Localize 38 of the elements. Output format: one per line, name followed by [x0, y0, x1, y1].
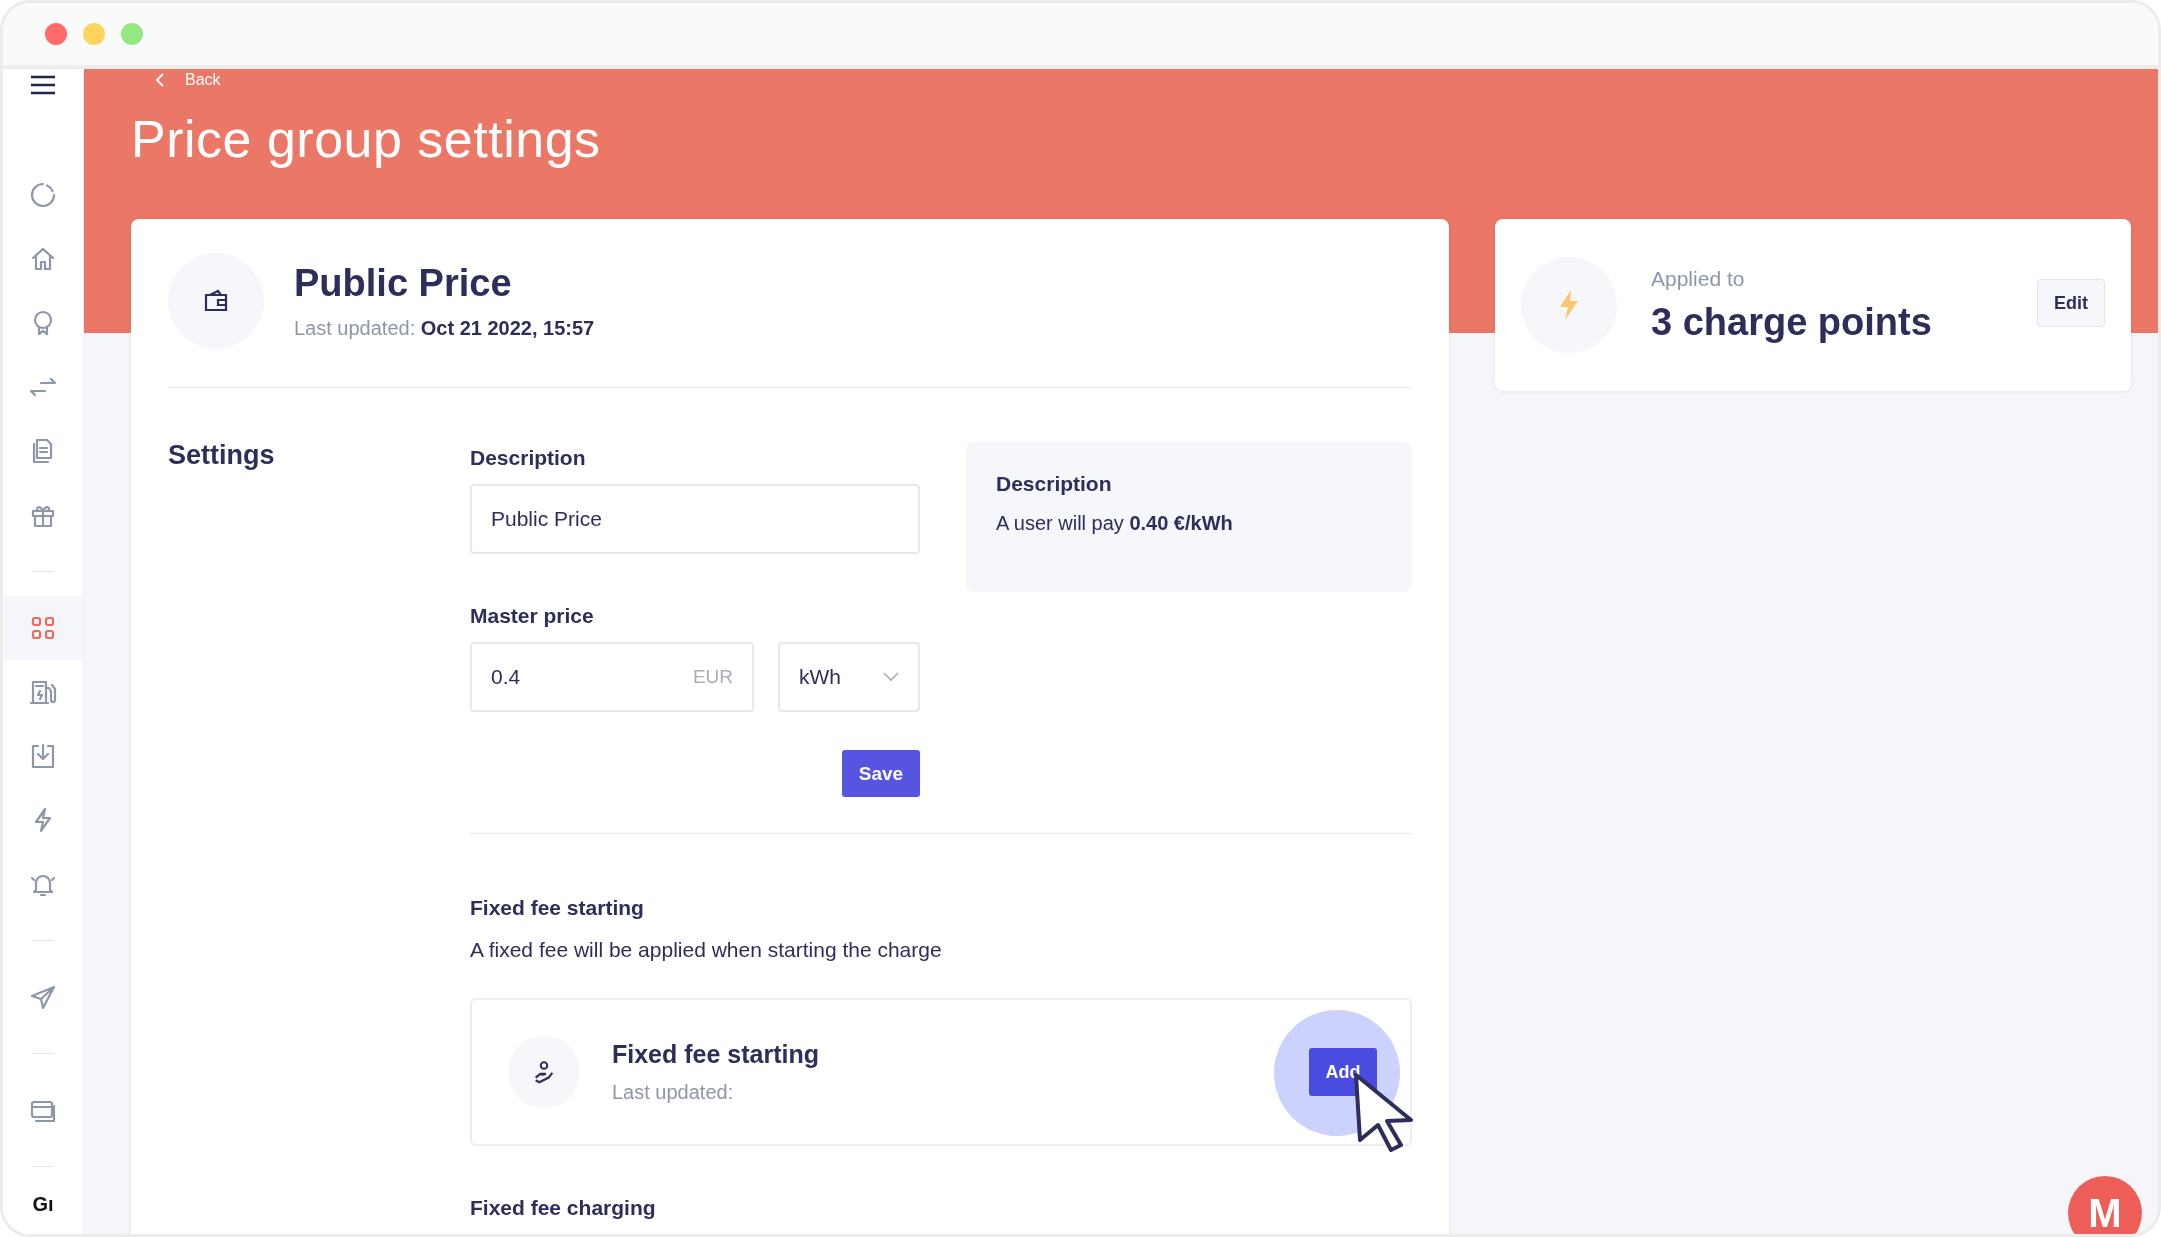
menu-icon[interactable] — [30, 75, 56, 95]
grid-icon — [29, 614, 57, 642]
summary-text: A user will pay 0.40 €/kWh — [996, 512, 1234, 535]
description-field[interactable]: Public Price — [470, 484, 920, 554]
fee-description: A fixed fee will be applied when starting the charge — [470, 938, 943, 962]
price-field[interactable]: 0.4 EUR — [470, 642, 754, 712]
last-updated-value: Oct 21 2022, 15:57 — [420, 317, 595, 339]
fee-heading: Fixed fee charging — [470, 1196, 657, 1220]
close-button[interactable] — [45, 23, 67, 45]
edit-button[interactable]: Edit — [2037, 279, 2105, 327]
download-icon — [29, 742, 57, 770]
last-updated-label: Last updated: — [294, 317, 416, 339]
save-button[interactable]: Save — [842, 750, 920, 797]
price-group-name: Public Price — [294, 262, 513, 305]
chevron-down-icon — [883, 672, 899, 682]
section-heading: Settings — [168, 439, 276, 472]
sidebar-item[interactable] — [4, 596, 82, 660]
fee-card-title: Fixed fee starting — [612, 1040, 820, 1069]
applied-count: 3 charge points — [1651, 300, 1933, 344]
back-label: Back — [185, 71, 221, 89]
last-updated-label: Last updated: — [612, 1081, 735, 1104]
charging-station-icon — [29, 678, 57, 706]
field-label: Master price — [470, 604, 595, 628]
lightning-icon — [1559, 289, 1579, 321]
unit-value: kWh — [799, 665, 841, 689]
page-title: Price group settings — [131, 109, 602, 170]
chevron-left-icon — [155, 72, 165, 88]
applied-label: Applied to — [1651, 266, 1746, 291]
unit-dropdown[interactable]: kWh — [778, 642, 920, 712]
home-icon — [29, 245, 57, 273]
field-label: Description — [470, 446, 587, 470]
currency-label: EUR — [692, 666, 733, 688]
sidebar-footer-text: Gı — [32, 1193, 54, 1216]
fee-heading: Fixed fee starting — [470, 896, 645, 920]
send-icon — [29, 983, 57, 1011]
price-value: 0.4 — [491, 665, 521, 689]
summary-title: Description — [996, 472, 1113, 496]
chart-icon — [29, 181, 57, 209]
